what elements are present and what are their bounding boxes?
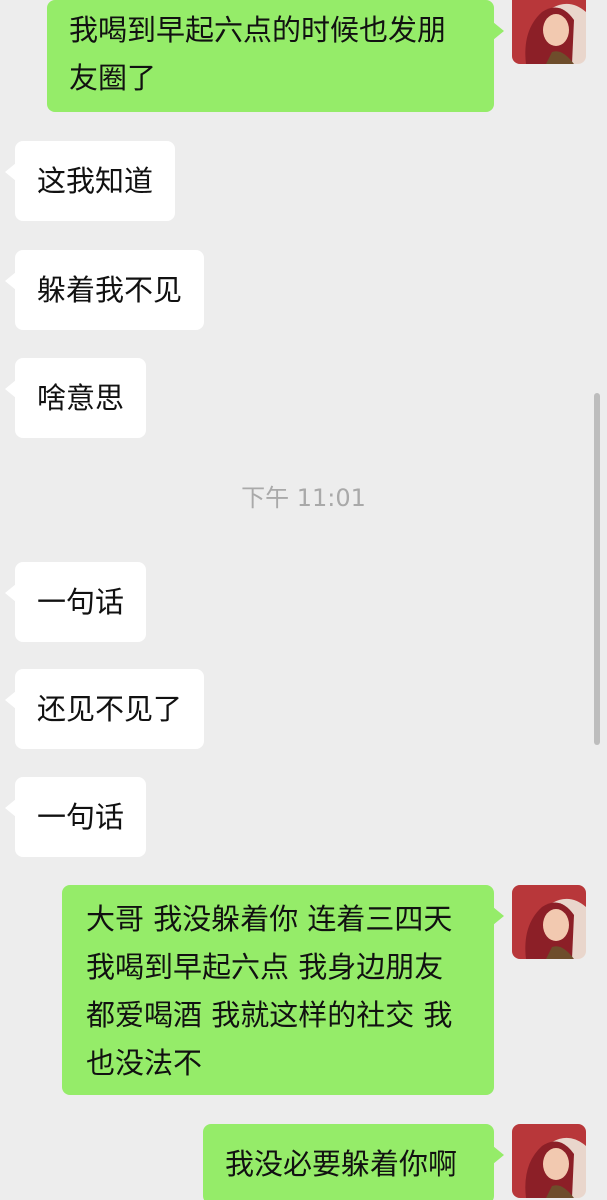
message-text-line: 也没法不	[86, 1046, 203, 1080]
message-text: 啥意思	[37, 381, 125, 415]
message-text-line: 都爱喝酒 我就这样的社交 我	[86, 998, 453, 1032]
message-text: 还见不见了	[37, 692, 183, 726]
message-text: 这我知道	[37, 164, 154, 198]
message-bubble-outgoing[interactable]: 我喝到早起六点的时候也发朋 友圈了	[47, 0, 504, 112]
message-text: 一句话	[37, 800, 125, 834]
message-bubble-outgoing[interactable]: 我没必要躲着你啊	[203, 1124, 504, 1200]
message-bubble-incoming[interactable]: 啥意思	[4, 358, 147, 438]
scrollbar[interactable]	[594, 393, 600, 745]
message-text: 一句话	[37, 585, 125, 619]
message-bubble-incoming[interactable]: 躲着我不见	[4, 250, 205, 330]
message-text: 躲着我不见	[37, 273, 183, 307]
message-bubble-incoming[interactable]: 一句话	[4, 562, 147, 642]
user-avatar[interactable]	[512, 1124, 586, 1198]
user-avatar[interactable]	[512, 0, 586, 64]
avatar-image-icon	[512, 885, 586, 959]
message-text-line: 友圈了	[69, 61, 157, 95]
message-bubble-outgoing[interactable]: 大哥 我没躲着你 连着三四天 我喝到早起六点 我身边朋友 都爱喝酒 我就这样的社…	[62, 885, 504, 1095]
message-text-line: 我喝到早起六点的时候也发朋	[69, 13, 447, 47]
message-timestamp: 下午 11:01	[241, 484, 366, 512]
avatar-image-icon	[512, 0, 586, 64]
avatar-image-icon	[512, 1124, 586, 1198]
message-text: 我没必要躲着你啊	[225, 1147, 458, 1181]
message-bubble-incoming[interactable]: 这我知道	[4, 141, 176, 221]
chat-message-list[interactable]: 我喝到早起六点的时候也发朋 友圈了 这我知道 躲着我不见 啥意思 下午 11:0…	[0, 0, 607, 1200]
message-bubble-incoming[interactable]: 一句话	[4, 777, 147, 857]
message-text-line: 大哥 我没躲着你 连着三四天	[86, 902, 453, 936]
user-avatar[interactable]	[512, 885, 586, 959]
message-text-line: 我喝到早起六点 我身边朋友	[86, 950, 444, 984]
message-bubble-incoming[interactable]: 还见不见了	[4, 669, 205, 749]
